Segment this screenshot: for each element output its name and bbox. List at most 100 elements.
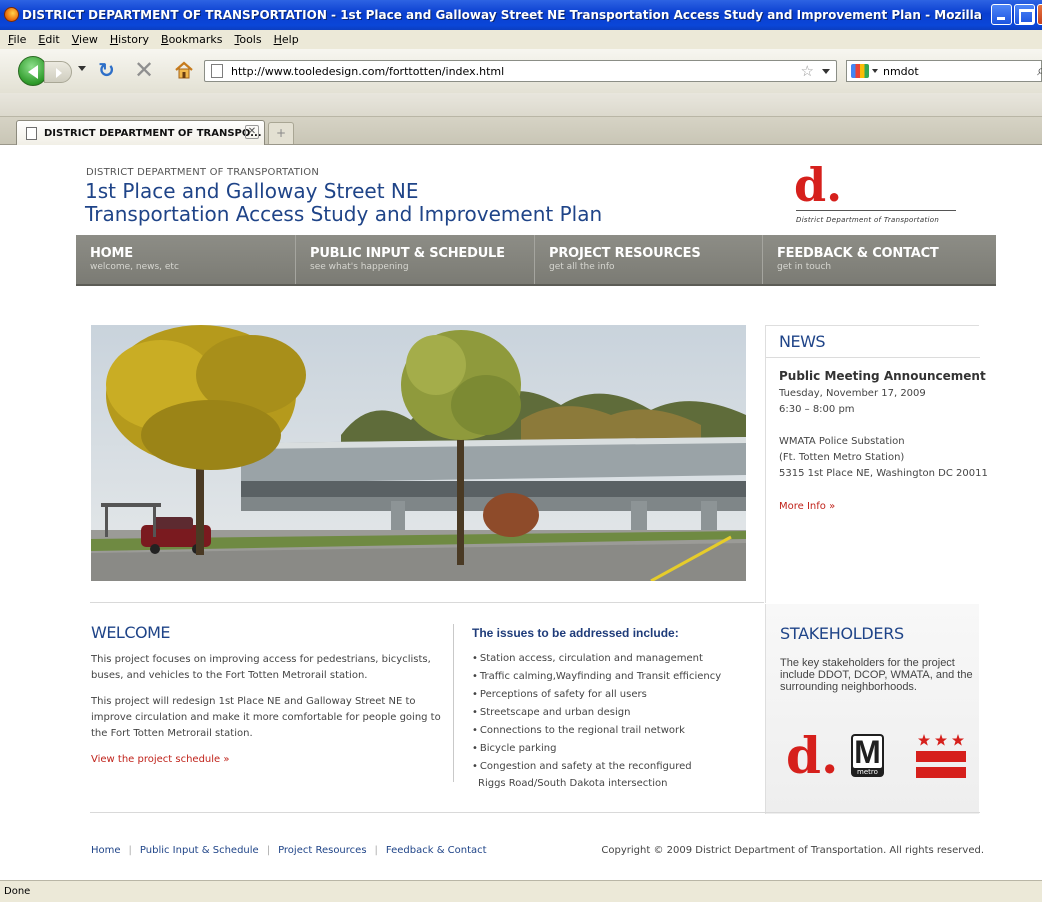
footer-separator: | [374, 845, 378, 856]
search-engine-icon[interactable] [851, 64, 869, 78]
station-photo [91, 325, 746, 581]
news-time: 6:30 – 8:00 pm [779, 404, 855, 415]
list-item: Station access, circulation and manageme… [472, 650, 762, 668]
nav-home-label: HOME [90, 246, 133, 261]
new-tab-button[interactable]: + [268, 122, 294, 144]
close-button[interactable] [1037, 4, 1042, 25]
news-date: Tuesday, November 17, 2009 [779, 388, 926, 399]
list-item-continuation: Riggs Road/South Dakota intersection [478, 778, 668, 789]
section-divider [90, 602, 764, 603]
web-page: DISTRICT DEPARTMENT OF TRANSPORTATION 1s… [0, 146, 1042, 880]
bookmarks-toolbar [0, 93, 1042, 117]
nav-feedback[interactable]: FEEDBACK & CONTACT get in touch [763, 235, 996, 284]
tab-close-icon[interactable]: ✕ [245, 125, 259, 139]
reload-icon[interactable]: ↻ [98, 59, 120, 81]
footer-link-project-resources[interactable]: Project Resources [278, 845, 366, 856]
stop-icon[interactable]: ✕ [134, 58, 156, 82]
page-title-line2: Transportation Access Study and Improvem… [85, 202, 603, 226]
menu-file[interactable]: File [2, 33, 32, 46]
column-divider [453, 624, 454, 782]
nav-home[interactable]: HOME welcome, news, etc [76, 235, 296, 284]
nav-home-sub: welcome, news, etc [90, 262, 179, 272]
welcome-heading: WELCOME [91, 623, 171, 642]
issues-list: Station access, circulation and manageme… [472, 650, 762, 791]
list-item: Connections to the regional trail networ… [472, 722, 762, 740]
news-heading: NEWS [779, 332, 826, 351]
nav-public-input-sub: see what's happening [310, 262, 409, 272]
bookmark-star-icon[interactable]: ☆ [801, 62, 814, 80]
menu-history[interactable]: History [104, 33, 155, 46]
metro-logo-icon[interactable]: M metro [851, 734, 884, 777]
nav-feedback-sub: get in touch [777, 262, 832, 272]
maximize-button[interactable] [1014, 4, 1035, 25]
ddot-logo-icon[interactable]: d. [794, 162, 842, 208]
list-item: Traffic calming,Wayfinding and Transit e… [472, 668, 762, 686]
nav-project-resources-label: PROJECT RESOURCES [549, 246, 701, 261]
welcome-paragraph-2: This project will redesign 1st Place NE … [91, 696, 441, 739]
news-divider [766, 357, 980, 358]
page-title-line1: 1st Place and Galloway Street NE [85, 179, 419, 203]
list-item: Perceptions of safety for all users [472, 686, 762, 704]
nav-project-resources-sub: get all the info [549, 262, 615, 272]
search-engine-dropdown-icon[interactable] [872, 69, 878, 73]
dc-flag-icon[interactable] [916, 732, 966, 780]
status-text: Done [4, 886, 31, 897]
footer-divider [90, 812, 980, 813]
menu-tools[interactable]: Tools [228, 33, 267, 46]
menu-view[interactable]: View [66, 33, 104, 46]
page-icon [26, 126, 37, 140]
list-item: Streetscape and urban design [472, 704, 762, 722]
menu-help[interactable]: Help [268, 33, 305, 46]
welcome-paragraph-1: This project focuses on improving access… [91, 654, 431, 681]
project-schedule-link[interactable]: View the project schedule » [91, 754, 230, 765]
search-icon[interactable]: ⌕ [1037, 63, 1042, 79]
copyright-text: Copyright © 2009 District Department of … [601, 845, 984, 856]
search-box[interactable]: nmdot ⌕ [846, 60, 1042, 82]
metro-letter: M [853, 734, 882, 770]
footer-link-feedback[interactable]: Feedback & Contact [386, 845, 487, 856]
footer-separator: | [128, 845, 132, 856]
search-input[interactable]: nmdot [883, 65, 919, 78]
menu-bar: File Edit View History Bookmarks Tools H… [0, 30, 1042, 49]
list-item: Bicycle parking [472, 740, 762, 758]
list-item: Congestion and safety at the reconfigure… [472, 758, 762, 776]
nav-public-input[interactable]: PUBLIC INPUT & SCHEDULE see what's happe… [296, 235, 535, 284]
agency-name: DISTRICT DEPARTMENT OF TRANSPORTATION [86, 167, 320, 178]
more-info-link[interactable]: More Info » [779, 501, 835, 512]
stakeholders-text: The key stakeholders for the project inc… [780, 657, 973, 693]
footer-nav: Home | Public Input & Schedule | Project… [91, 845, 487, 856]
minimize-button[interactable] [991, 4, 1012, 25]
stakeholders-heading: STAKEHOLDERS [780, 624, 904, 643]
tab-strip: DISTRICT DEPARTMENT OF TRANSPO... ✕ + [0, 117, 1042, 145]
status-bar: Done [0, 880, 1042, 902]
address-bar[interactable]: http://www.tooledesign.com/forttotten/in… [204, 60, 837, 82]
issues-heading: The issues to be addressed include: [472, 626, 679, 640]
news-venue-detail: (Ft. Totten Metro Station) [779, 452, 905, 463]
footer-link-home[interactable]: Home [91, 845, 121, 856]
logo-divider [796, 210, 956, 211]
window-title: DISTRICT DEPARTMENT OF TRANSPORTATION - … [22, 8, 982, 22]
forward-button[interactable] [44, 61, 72, 83]
tab-active[interactable]: DISTRICT DEPARTMENT OF TRANSPO... ✕ [16, 120, 265, 145]
window-titlebar[interactable]: DISTRICT DEPARTMENT OF TRANSPORTATION - … [0, 0, 1042, 30]
url-text[interactable]: http://www.tooledesign.com/forttotten/in… [231, 65, 504, 78]
nav-public-input-label: PUBLIC INPUT & SCHEDULE [310, 246, 505, 261]
ddot-logo-caption: District Department of Transportation [796, 216, 940, 224]
page-title: 1st Place and Galloway Street NE Transpo… [85, 180, 705, 226]
nav-project-resources[interactable]: PROJECT RESOURCES get all the info [535, 235, 763, 284]
footer-link-public-input[interactable]: Public Input & Schedule [140, 845, 259, 856]
nav-feedback-label: FEEDBACK & CONTACT [777, 246, 939, 261]
footer-separator: | [266, 845, 271, 856]
history-dropdown-icon[interactable] [78, 66, 86, 71]
home-icon[interactable] [174, 60, 194, 80]
main-navigation: HOME welcome, news, etc PUBLIC INPUT & S… [76, 235, 996, 286]
menu-bookmarks[interactable]: Bookmarks [155, 33, 228, 46]
news-address: 5315 1st Place NE, Washington DC 20011 [779, 468, 988, 479]
stakeholders-panel: STAKEHOLDERS The key stakeholders for th… [765, 604, 979, 814]
url-dropdown-icon[interactable] [822, 69, 830, 74]
news-event-title: Public Meeting Announcement [779, 369, 986, 383]
navigation-toolbar: ↻ ✕ http://www.tooledesign.com/forttotte… [0, 49, 1042, 93]
news-venue: WMATA Police Substation [779, 436, 905, 447]
ddot-logo-icon[interactable]: d. [786, 731, 838, 781]
menu-edit[interactable]: Edit [32, 33, 65, 46]
